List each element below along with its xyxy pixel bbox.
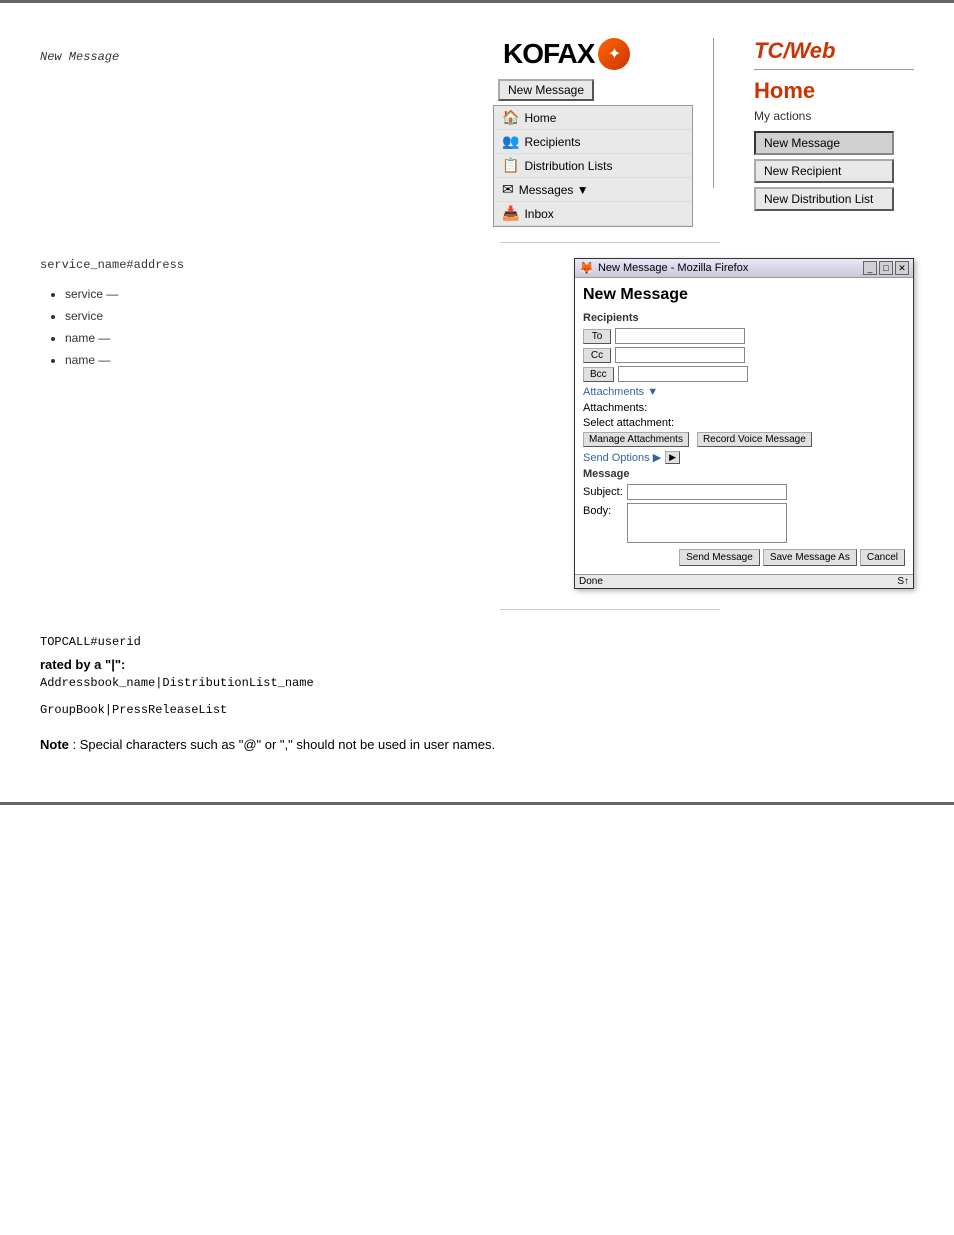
send-options-label: Send Options ▶ <box>583 451 661 464</box>
nav-new-message-button[interactable]: New Message <box>498 79 594 101</box>
send-options-arrow[interactable]: ▶ <box>665 451 680 464</box>
left-content: service_name#address service — service n… <box>40 258 448 589</box>
send-message-button[interactable]: Send Message <box>679 549 760 566</box>
groupbook-code: GroupBook|PressReleaseList <box>40 703 227 717</box>
record-voice-button[interactable]: Record Voice Message <box>697 432 812 447</box>
firefox-body: New Message Recipients To Cc Bcc <box>575 278 913 574</box>
cc-row: Cc <box>583 347 905 363</box>
kofax-icon <box>598 38 630 70</box>
body-row: Body: <box>583 503 905 543</box>
nav-item-home[interactable]: 🏠 Home <box>494 106 692 130</box>
addressbook-format: Addressbook_name|DistributionList_name <box>40 676 914 690</box>
firefox-restore[interactable]: □ <box>879 261 893 275</box>
attachments-sub: Attachments: <box>583 402 905 414</box>
logo-and-nav: KOFAX New Message 🏠 Home 👥 Recipients <box>493 38 693 227</box>
nav-item-distribution-lists[interactable]: 📋 Distribution Lists <box>494 154 692 178</box>
status-done: Done <box>579 576 603 587</box>
save-message-button[interactable]: Save Message As <box>763 549 857 566</box>
home-icon: 🏠 <box>502 109 519 126</box>
bcc-row: Bcc <box>583 366 905 382</box>
logo-row: KOFAX <box>493 38 630 70</box>
nav-item-recipients[interactable]: 👥 Recipients <box>494 130 692 154</box>
send-options-row: Send Options ▶ ▶ <box>583 451 905 464</box>
nav-item-inbox[interactable]: 📥 Inbox <box>494 202 692 226</box>
subject-row: Subject: <box>583 484 905 500</box>
to-row: To <box>583 328 905 344</box>
cc-input[interactable] <box>615 347 745 363</box>
firefox-window: 🦊 New Message - Mozilla Firefox _ □ ✕ Ne… <box>574 258 914 589</box>
bullet-item-1: service — <box>65 287 428 301</box>
cc-button[interactable]: Cc <box>583 348 611 363</box>
inbox-icon: 📥 <box>502 205 519 222</box>
attachments-label: Attachments ▼ <box>583 386 658 398</box>
bullet-list: service — service name — name — <box>40 287 428 367</box>
action-buttons-row: Send Message Save Message As Cancel <box>583 549 905 566</box>
attachments-row: Attachments ▼ <box>583 386 905 398</box>
note-prefix: Note <box>40 737 69 752</box>
rated-label: rated by a "|": <box>40 657 125 672</box>
firefox-title: New Message - Mozilla Firefox <box>598 262 748 274</box>
nav-label-inbox: Inbox <box>524 207 553 221</box>
firefox-titlebar: 🦊 New Message - Mozilla Firefox _ □ ✕ <box>575 259 913 278</box>
kofax-logo: KOFAX <box>503 38 594 70</box>
topcall-example: TOPCALL#userid <box>40 635 914 649</box>
section-divider-1 <box>500 242 720 243</box>
subject-input[interactable] <box>627 484 787 500</box>
recipients-icon: 👥 <box>502 133 519 150</box>
bullet-item-4: name — <box>65 353 428 367</box>
rated-text: rated by a "|": <box>40 657 914 672</box>
action-new-distribution-list-button[interactable]: New Distribution List <box>754 187 894 211</box>
vertical-divider <box>713 38 714 188</box>
breadcrumb: New Message <box>40 50 119 64</box>
navigation-box: 🏠 Home 👥 Recipients 📋 Distribution Lists… <box>493 105 693 227</box>
to-input[interactable] <box>615 328 745 344</box>
bullet-item-3: name — <box>65 331 428 345</box>
recipients-section-label: Recipients <box>583 312 905 324</box>
note-section: Note : Special characters such as "@" or… <box>40 737 914 752</box>
firefox-minimize[interactable]: _ <box>863 261 877 275</box>
home-title: Home <box>754 78 815 103</box>
header-section: New Message KOFAX New Message 🏠 Home <box>40 23 914 227</box>
firefox-heading: New Message <box>583 286 905 304</box>
firefox-statusbar: Done S↑ <box>575 574 913 588</box>
firefox-close[interactable]: ✕ <box>895 261 909 275</box>
bcc-button[interactable]: Bcc <box>583 367 614 382</box>
cancel-button[interactable]: Cancel <box>860 549 905 566</box>
select-attachment-row: Select attachment: <box>583 417 905 429</box>
action-new-recipient-button[interactable]: New Recipient <box>754 159 894 183</box>
nav-item-messages[interactable]: ✉ Messages ▼ <box>494 178 692 202</box>
groupbook-example: GroupBook|PressReleaseList <box>40 702 914 717</box>
select-attachment-label: Select attachment: <box>583 417 674 429</box>
message-section: Message Subject: Body: <box>583 468 905 543</box>
body-textarea[interactable] <box>627 503 787 543</box>
bcc-input[interactable] <box>618 366 748 382</box>
subject-label: Subject: <box>583 486 623 498</box>
firefox-controls: _ □ ✕ <box>863 261 909 275</box>
right-panel: TC/Web Home My actions New Message New R… <box>734 38 914 215</box>
nav-label-messages: Messages ▼ <box>519 183 589 197</box>
address-format: service_name#address <box>40 258 428 272</box>
my-actions-label: My actions <box>754 109 811 123</box>
nav-label-recipients: Recipients <box>524 135 580 149</box>
header-right: KOFAX New Message 🏠 Home 👥 Recipients <box>493 38 914 227</box>
nav-label-home: Home <box>524 111 556 125</box>
messages-icon: ✉ <box>502 181 514 198</box>
section-divider-2 <box>500 609 720 610</box>
to-button[interactable]: To <box>583 329 611 344</box>
attachment-buttons: Manage Attachments Record Voice Message <box>583 432 905 447</box>
distribution-lists-icon: 📋 <box>502 157 519 174</box>
manage-attachments-button[interactable]: Manage Attachments <box>583 432 689 447</box>
action-new-message-button[interactable]: New Message <box>754 131 894 155</box>
bottom-border <box>0 802 954 805</box>
screenshot-section: service_name#address service — service n… <box>40 258 914 589</box>
tc-web-title: TC/Web <box>754 38 835 63</box>
nav-label-distribution-lists: Distribution Lists <box>524 159 612 173</box>
message-label: Message <box>583 468 905 480</box>
nav-new-message-wrapper: New Message <box>493 75 599 105</box>
bullet-item-2: service <box>65 309 428 323</box>
text-section: TOPCALL#userid rated by a "|": Addressbo… <box>40 625 914 762</box>
body-label: Body: <box>583 503 623 517</box>
status-icon: S↑ <box>897 576 909 587</box>
note-text: : Special characters such as "@" or "," … <box>73 737 496 752</box>
